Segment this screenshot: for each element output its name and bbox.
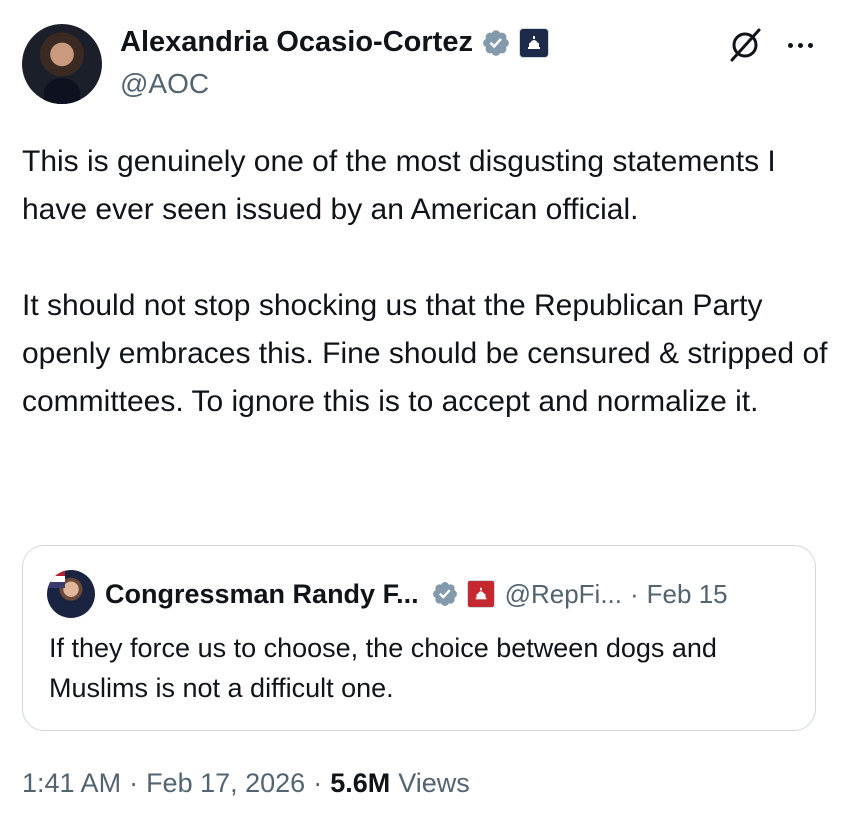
tweet-paragraph: It should not stop shocking us that the … bbox=[22, 289, 828, 418]
separator-dot: · bbox=[129, 768, 139, 798]
views-count[interactable]: 5.6M bbox=[330, 768, 390, 799]
tweet: Alexandria Ocasio-Cortez @AOC This is ge… bbox=[0, 0, 846, 834]
tweet-date[interactable]: Feb 17, 2026 bbox=[146, 768, 305, 799]
author-display-name[interactable]: Alexandria Ocasio-Cortez bbox=[120, 26, 473, 59]
quoted-author-display-name: Congressman Randy F... bbox=[105, 578, 419, 609]
views-label: Views bbox=[398, 768, 470, 798]
more-icon[interactable] bbox=[780, 30, 820, 60]
separator-dot: · bbox=[630, 578, 639, 609]
quoted-author-handle: @RepFi... bbox=[504, 578, 622, 609]
verified-badge-icon bbox=[432, 582, 457, 606]
verified-badge-icon bbox=[483, 29, 509, 56]
tweet-meta: 1:41 AM · Feb 17, 2026 · 5.6M Views bbox=[22, 768, 470, 799]
quoted-author-avatar bbox=[47, 570, 95, 618]
separator-dot: · bbox=[313, 768, 323, 798]
quoted-tweet[interactable]: Congressman Randy F... @RepFi... · Feb 1… bbox=[22, 545, 816, 731]
quoted-tweet-date: Feb 15 bbox=[646, 578, 728, 609]
quoted-tweet-header: Congressman Randy F... @RepFi... · Feb 1… bbox=[47, 570, 728, 618]
grok-icon[interactable] bbox=[726, 26, 764, 64]
tweet-text: This is genuinely one of the most disgus… bbox=[22, 138, 832, 426]
quoted-tweet-text: If they force us to choose, the choice b… bbox=[49, 633, 717, 703]
author-avatar[interactable] bbox=[22, 24, 102, 104]
capitol-badge-icon bbox=[518, 27, 549, 58]
author-handle[interactable]: @AOC bbox=[120, 68, 209, 100]
tweet-paragraph: This is genuinely one of the most disgus… bbox=[22, 145, 776, 226]
capitol-badge-icon bbox=[466, 580, 495, 608]
tweet-time[interactable]: 1:41 AM bbox=[22, 768, 121, 799]
author-name-row: Alexandria Ocasio-Cortez bbox=[120, 26, 549, 59]
